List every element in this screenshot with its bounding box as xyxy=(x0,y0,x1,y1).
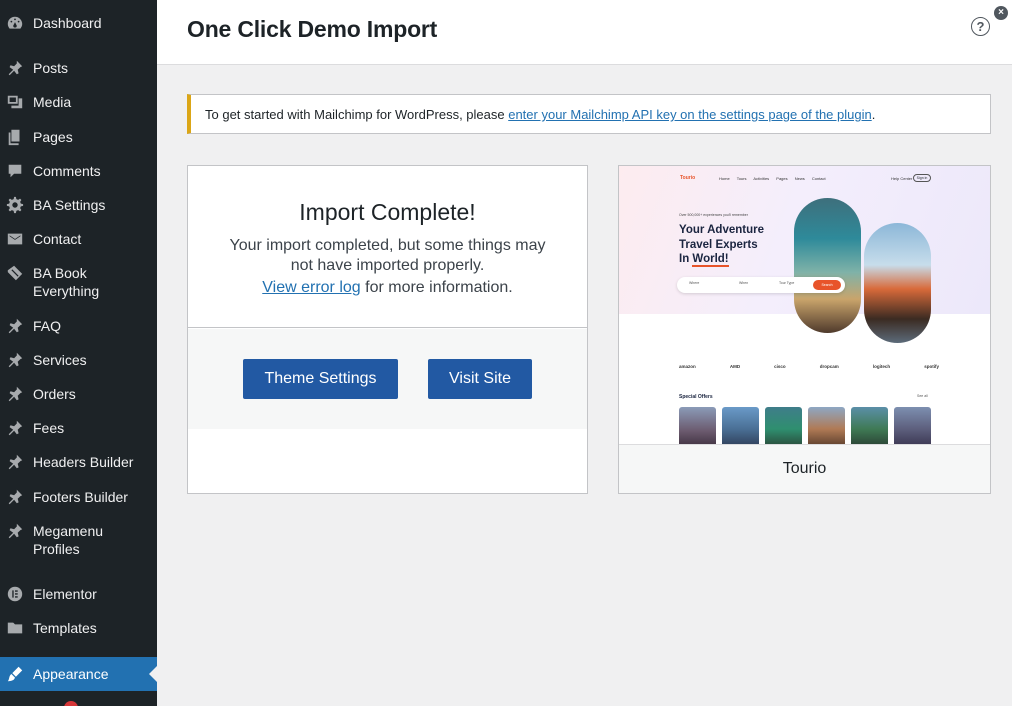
sidebar-item-label: Headers Builder xyxy=(33,454,134,470)
active-indicator xyxy=(149,666,157,682)
sidebar-item-label: Footers Builder xyxy=(33,489,128,505)
sidebar-item-label: FAQ xyxy=(33,318,62,334)
import-description: Your import completed, but some things m… xyxy=(229,237,546,274)
sidebar-item-label: BA Book Everything xyxy=(33,265,100,299)
preview-partner-logos: amazon AMD cisco dropcam logitech spotif… xyxy=(679,364,939,369)
preview-photo-hikers xyxy=(864,223,931,343)
sidebar-item-label: Media xyxy=(33,94,72,110)
preview-logo-item: AMD xyxy=(729,364,741,369)
mail-icon xyxy=(6,230,24,248)
brush-icon xyxy=(6,665,24,683)
import-title: Import Complete! xyxy=(299,199,476,225)
comment-icon xyxy=(6,162,24,180)
preview-search-type: Tour Type xyxy=(779,281,795,285)
preview-logo: Tourio xyxy=(680,175,696,181)
sidebar-item-label: Templates xyxy=(33,620,97,636)
import-complete-card: Import Complete! Your import completed, … xyxy=(187,165,588,494)
preview-hero-world: World! xyxy=(692,253,729,267)
preview-offer-card xyxy=(679,407,716,444)
preview-offer-card xyxy=(894,407,931,444)
mailchimp-notice: To get started with Mailchimp for WordPr… xyxy=(187,94,991,134)
preview-signin: Sign in xyxy=(913,174,931,182)
preview-logo-item: spotify xyxy=(924,364,939,369)
preview-nav: Tourio Home Tours Activities Pages News … xyxy=(619,170,990,182)
preview-hero-line: Travel Experts xyxy=(679,238,758,251)
theme-settings-button[interactable]: Theme Settings xyxy=(243,359,398,399)
preview-search-button: Search xyxy=(813,280,841,290)
pages-icon xyxy=(6,128,24,146)
preview-logo-item: cisco xyxy=(774,364,786,369)
pin-icon xyxy=(6,488,24,506)
dashboard-icon xyxy=(6,14,24,32)
visit-site-button[interactable]: Visit Site xyxy=(428,359,532,399)
view-error-log-link[interactable]: View error log xyxy=(262,279,360,296)
preview-hero-in: In xyxy=(679,253,693,265)
sidebar-item-label: Elementor xyxy=(33,586,97,602)
sidebar-item-label: Posts xyxy=(33,60,69,76)
pin-icon xyxy=(6,453,24,471)
preview-logo-item: amazon xyxy=(679,364,696,369)
preview-hero-title: Your Adventure Travel Experts In World! xyxy=(679,223,809,267)
preview-offers-title: Special Offers xyxy=(679,394,713,400)
close-icon[interactable]: × xyxy=(994,6,1008,20)
ticket-icon xyxy=(6,264,24,282)
media-icon xyxy=(6,93,24,111)
preview-offer-card xyxy=(722,407,759,444)
pin-icon xyxy=(6,419,24,437)
sidebar-item-appearance[interactable]: Appearance xyxy=(0,657,157,691)
demo-name: Tourio xyxy=(619,444,990,493)
admin-sidebar: Dashboard Posts Media Pages Comments BA … xyxy=(0,0,157,706)
sidebar-item-label: Fees xyxy=(33,420,65,436)
preview-search-bar: Where When Tour Type Search xyxy=(677,277,845,293)
preview-help: Help Center xyxy=(891,176,913,181)
sidebar-item-label: Contact xyxy=(33,231,82,247)
gear-icon xyxy=(6,196,24,214)
preview-logo-item: dropcam xyxy=(819,364,839,369)
error-log-suffix: for more information. xyxy=(360,279,513,296)
preview-offer-card xyxy=(851,407,888,444)
demo-card[interactable]: Tourio Home Tours Activities Pages News … xyxy=(618,165,991,494)
pin-icon xyxy=(6,317,24,335)
import-actions: Theme Settings Visit Site xyxy=(188,329,587,429)
pin-icon xyxy=(6,59,24,77)
elementor-icon xyxy=(6,585,24,603)
sidebar-item-label: Pages xyxy=(33,129,73,145)
mailchimp-settings-link[interactable]: enter your Mailchimp API key on the sett… xyxy=(508,107,872,122)
help-icon[interactable]: ? xyxy=(971,17,990,36)
notification-badge xyxy=(64,701,78,706)
sidebar-item-label: Dashboard xyxy=(33,15,102,31)
page-title: One Click Demo Import xyxy=(187,16,438,42)
sidebar-item-label: Services xyxy=(33,352,87,368)
preview-offers-more: See all xyxy=(917,394,928,398)
preview-search-when: When xyxy=(739,281,749,285)
preview-nav-items: Home Tours Activities Pages News Contact xyxy=(719,176,826,181)
sidebar-item-label: BA Settings xyxy=(33,197,106,213)
preview-offers-row xyxy=(679,407,931,444)
page-header: One Click Demo Import ? × xyxy=(157,0,1012,65)
pin-icon xyxy=(6,385,24,403)
sidebar-item-label: Appearance xyxy=(33,666,109,682)
preview-tagline: Over 500,000+ experiences you'll remembe… xyxy=(679,213,748,217)
preview-logo-item: logitech xyxy=(872,364,891,369)
preview-offer-card xyxy=(808,407,845,444)
sidebar-item-label: Comments xyxy=(33,163,101,179)
folder-icon xyxy=(6,619,24,637)
import-summary: Import Complete! Your import completed, … xyxy=(188,166,587,328)
demo-preview-image: Tourio Home Tours Activities Pages News … xyxy=(619,166,990,444)
preview-photo-beach xyxy=(794,198,861,333)
sidebar-item-label: Orders xyxy=(33,386,76,402)
sidebar-item-label: Megamenu Profiles xyxy=(33,523,104,557)
preview-hero-line: Your Adventure xyxy=(679,224,764,236)
pin-icon xyxy=(6,522,24,540)
notice-suffix: . xyxy=(871,107,876,122)
pin-icon xyxy=(6,351,24,369)
notice-text: To get started with Mailchimp for WordPr… xyxy=(205,107,509,122)
preview-offer-card xyxy=(765,407,802,444)
preview-hero-line: In World! xyxy=(679,252,809,267)
error-log-line: View error log for more information. xyxy=(188,279,587,297)
preview-search-where: Where xyxy=(689,281,700,285)
